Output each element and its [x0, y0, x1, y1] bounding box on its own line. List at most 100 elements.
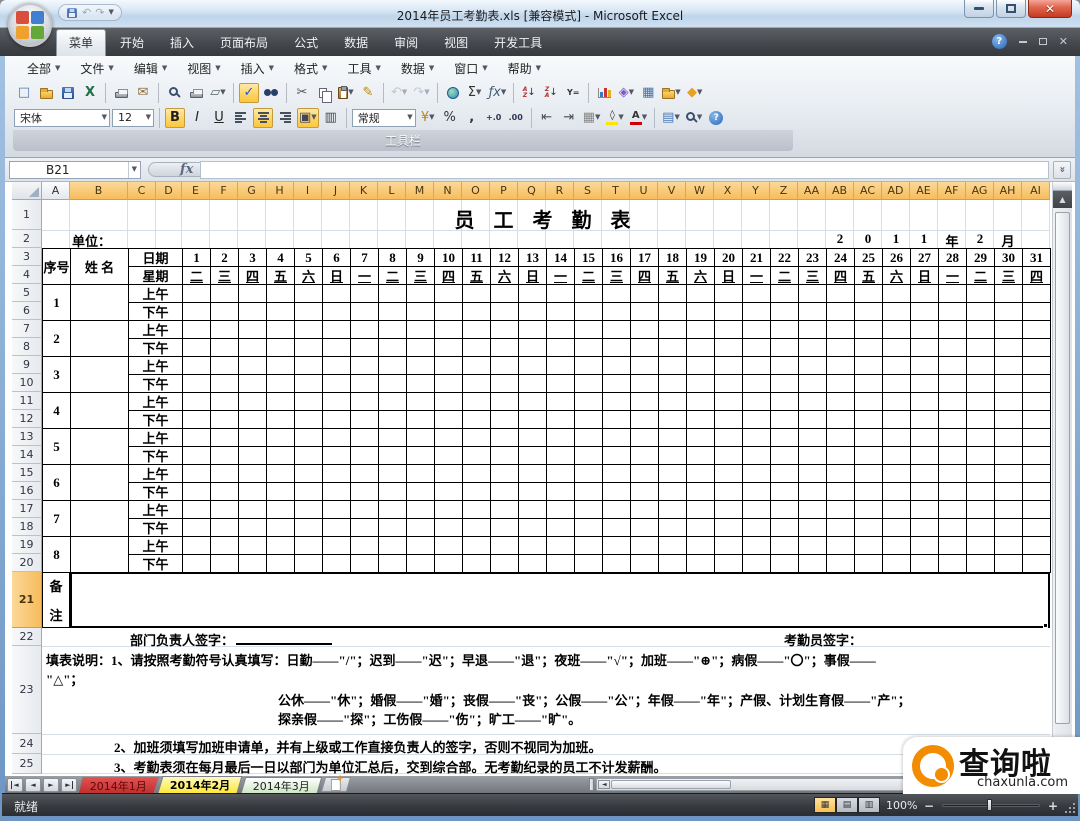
attendance-cell[interactable]: [351, 411, 379, 429]
attendance-cell[interactable]: [435, 501, 463, 519]
attendance-cell[interactable]: [603, 447, 631, 465]
day-number-cell[interactable]: 19: [687, 249, 715, 267]
attendance-cell[interactable]: [855, 537, 883, 555]
attendance-cell[interactable]: [715, 519, 743, 537]
attendance-cell[interactable]: [659, 321, 687, 339]
attendance-cell[interactable]: [267, 285, 295, 303]
attendance-cell[interactable]: [855, 321, 883, 339]
column-header-P[interactable]: P: [490, 182, 518, 200]
attendance-cell[interactable]: [295, 501, 323, 519]
attendance-cell[interactable]: [939, 357, 967, 375]
attendance-cell[interactable]: [995, 555, 1023, 573]
resize-grip-icon[interactable]: [1065, 803, 1075, 813]
attendance-cell[interactable]: [379, 555, 407, 573]
attendance-cell[interactable]: [659, 411, 687, 429]
column-header-AI[interactable]: AI: [1022, 182, 1050, 200]
attendance-cell[interactable]: [967, 375, 995, 393]
attendance-cell[interactable]: [967, 519, 995, 537]
attendance-cell[interactable]: [659, 483, 687, 501]
attendance-cell[interactable]: [239, 375, 267, 393]
attendance-cell[interactable]: [939, 555, 967, 573]
attendance-cell[interactable]: [911, 555, 939, 573]
attendance-cell[interactable]: [799, 393, 827, 411]
attendance-cell[interactable]: [631, 465, 659, 483]
attendance-cell[interactable]: [407, 465, 435, 483]
chart-wizard-icon[interactable]: [594, 83, 614, 103]
weekday-cell[interactable]: 二: [771, 267, 799, 285]
day-number-cell[interactable]: 18: [659, 249, 687, 267]
attendance-cell[interactable]: [855, 447, 883, 465]
attendance-cell[interactable]: [547, 393, 575, 411]
attendance-cell[interactable]: [295, 375, 323, 393]
attendance-cell[interactable]: [659, 555, 687, 573]
attendance-cell[interactable]: [743, 393, 771, 411]
sheet-tab-2[interactable]: 2014年2月: [158, 776, 243, 793]
column-header-AF[interactable]: AF: [938, 182, 966, 200]
attendance-cell[interactable]: [687, 555, 715, 573]
attendance-cell[interactable]: [519, 285, 547, 303]
attendance-cell[interactable]: [603, 411, 631, 429]
attendance-cell[interactable]: [323, 429, 351, 447]
attendance-cell[interactable]: [1023, 303, 1051, 321]
attendance-cell[interactable]: [715, 357, 743, 375]
attendance-cell[interactable]: [1023, 285, 1051, 303]
attendance-cell[interactable]: [295, 303, 323, 321]
attendance-cell[interactable]: [547, 411, 575, 429]
employee-number-cell[interactable]: 7: [43, 501, 71, 537]
column-header-J[interactable]: J: [322, 182, 350, 200]
page-break-view-button[interactable]: ▥: [858, 797, 880, 813]
attendance-cell[interactable]: [939, 285, 967, 303]
attendance-cell[interactable]: [1023, 501, 1051, 519]
attendance-cell[interactable]: [911, 429, 939, 447]
attendance-cell[interactable]: [911, 357, 939, 375]
attendance-cell[interactable]: [603, 357, 631, 375]
employee-name-cell[interactable]: [71, 285, 129, 321]
attendance-cell[interactable]: [351, 429, 379, 447]
row-header-3[interactable]: 3: [12, 248, 42, 266]
attendance-cell[interactable]: [911, 411, 939, 429]
attendance-cell[interactable]: [603, 429, 631, 447]
attendance-cell[interactable]: [743, 483, 771, 501]
day-number-cell[interactable]: 14: [547, 249, 575, 267]
attendance-cell[interactable]: [435, 375, 463, 393]
attendance-cell[interactable]: [827, 357, 855, 375]
attendance-cell[interactable]: [799, 339, 827, 357]
attendance-cell[interactable]: [547, 501, 575, 519]
attendance-cell[interactable]: [911, 519, 939, 537]
increase-decimal-icon[interactable]: +.0: [484, 108, 504, 128]
attendance-cell[interactable]: [323, 339, 351, 357]
attendance-cell[interactable]: [295, 555, 323, 573]
row-header-9[interactable]: 9: [12, 356, 42, 374]
year-month-cell[interactable]: 1: [882, 231, 910, 247]
day-number-cell[interactable]: 31: [1023, 249, 1051, 267]
percent-icon[interactable]: %: [440, 108, 460, 128]
name-box-dropdown[interactable]: ▼: [128, 162, 140, 178]
insert-worksheet-tab[interactable]: [321, 777, 351, 792]
attendance-cell[interactable]: [715, 429, 743, 447]
attendance-cell[interactable]: [715, 411, 743, 429]
column-header-AC[interactable]: AC: [854, 182, 882, 200]
weekday-cell[interactable]: 三: [995, 267, 1023, 285]
employee-number-cell[interactable]: 4: [43, 393, 71, 429]
column-header-V[interactable]: V: [658, 182, 686, 200]
attendance-cell[interactable]: [323, 447, 351, 465]
attendance-cell[interactable]: [771, 357, 799, 375]
attendance-cell[interactable]: [995, 285, 1023, 303]
year-month-cell[interactable]: 0: [854, 231, 882, 247]
attendance-cell[interactable]: [1023, 555, 1051, 573]
attendance-cell[interactable]: [603, 303, 631, 321]
attendance-cell[interactable]: [967, 537, 995, 555]
attendance-cell[interactable]: [883, 357, 911, 375]
day-number-cell[interactable]: 7: [351, 249, 379, 267]
attendance-cell[interactable]: [239, 393, 267, 411]
attendance-cell[interactable]: [211, 465, 239, 483]
attendance-cell[interactable]: [351, 555, 379, 573]
format-painter-icon[interactable]: ✎: [358, 83, 378, 103]
merge-cells-icon[interactable]: ▥: [321, 108, 341, 128]
attendance-cell[interactable]: [183, 411, 211, 429]
weekday-cell[interactable]: 日: [911, 267, 939, 285]
attendance-cell[interactable]: [379, 321, 407, 339]
attendance-cell[interactable]: [547, 303, 575, 321]
attendance-cell[interactable]: [631, 501, 659, 519]
attendance-cell[interactable]: [547, 555, 575, 573]
